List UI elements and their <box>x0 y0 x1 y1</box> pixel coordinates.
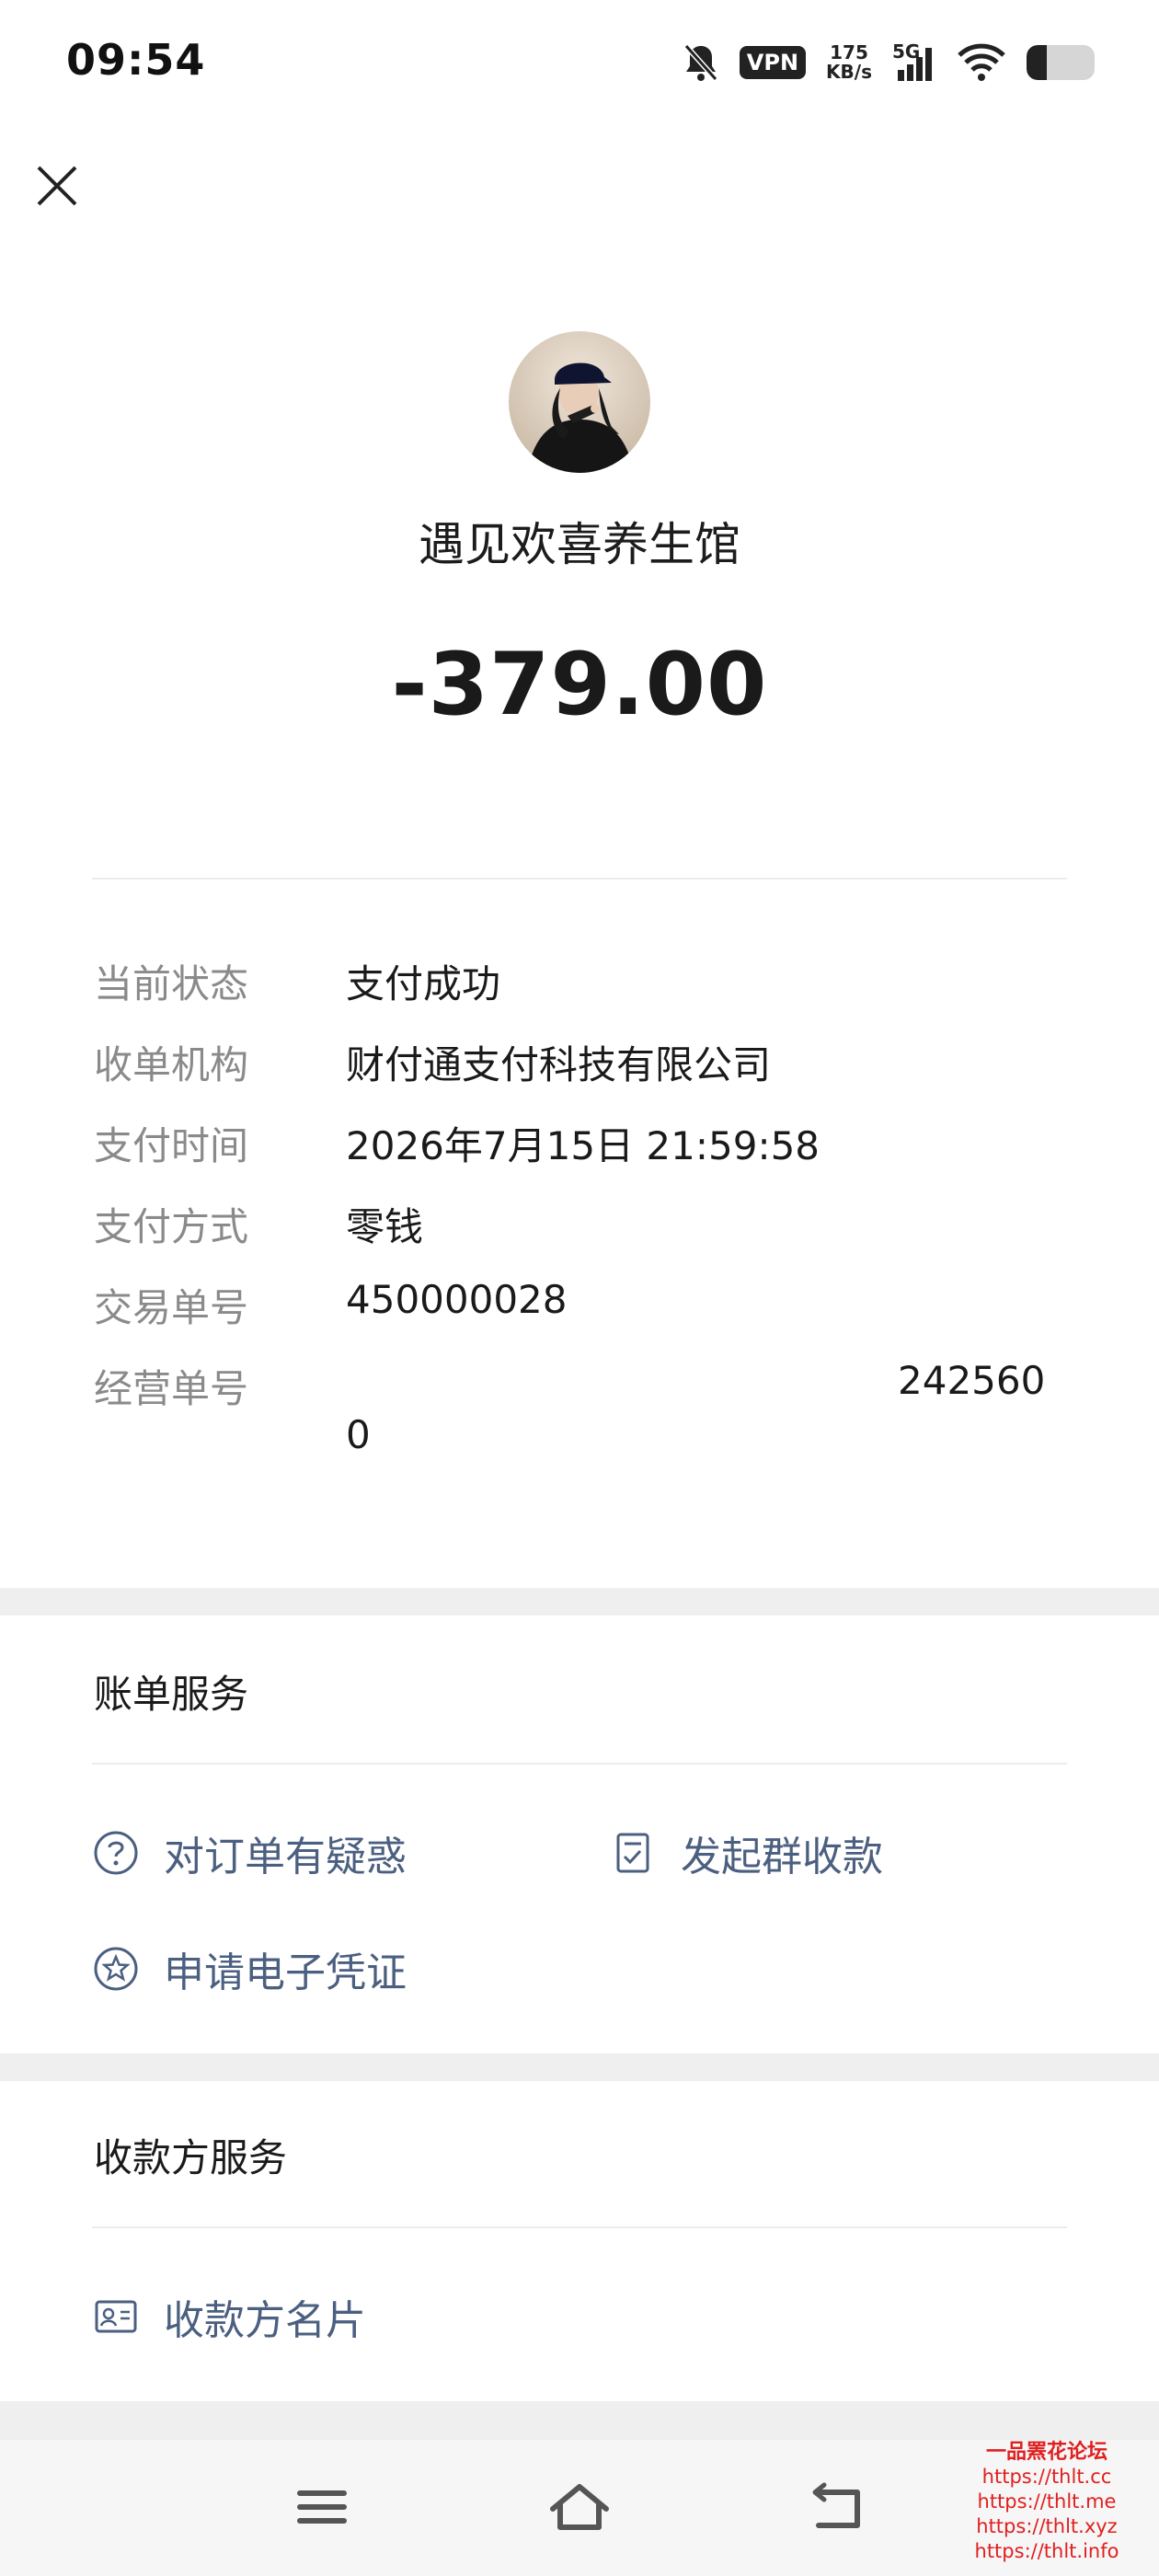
detail-value: 零钱 <box>346 1204 424 1249</box>
divider <box>92 1763 1067 1765</box>
e-voucher-button[interactable]: 申请电子凭证 <box>92 1939 407 1998</box>
watermark-url: https://thlt.me <box>977 2490 1117 2513</box>
section-gap <box>0 2053 1159 2081</box>
section-gap <box>0 1588 1159 1616</box>
order-id-visible-part: 242560 <box>898 1358 1046 1403</box>
star-badge-icon <box>92 1945 140 1993</box>
watermark-url: https://thlt.xyz <box>976 2515 1118 2537</box>
detail-row-transaction-id: 交易单号 450000028 <box>94 1277 1069 1333</box>
order-question-button[interactable]: 对订单有疑惑 <box>92 1823 407 1882</box>
merchant-avatar[interactable] <box>509 331 650 473</box>
back-button[interactable] <box>800 2475 874 2539</box>
group-collection-label: 发起群收款 <box>681 1834 883 1880</box>
network-speed: 175 KB/s <box>826 43 872 82</box>
order-id-line2: 0 <box>346 1412 371 1457</box>
network-speed-unit: KB/s <box>826 61 872 83</box>
cellular-signal-icon: 5G <box>892 40 936 83</box>
detail-value: 支付成功 <box>346 961 501 1006</box>
payee-card-label: 收款方名片 <box>164 2297 366 2344</box>
merchant-name: 遇见欢喜养生馆 <box>419 518 740 571</box>
payee-card-button[interactable]: 收款方名片 <box>92 2287 366 2346</box>
home-icon <box>550 2484 609 2530</box>
status-icons: VPN 175 KB/s 5G <box>683 37 1095 88</box>
group-collection-button[interactable]: 发起群收款 <box>609 1823 883 1882</box>
bell-muted-icon <box>683 44 718 81</box>
battery-icon <box>1027 45 1095 80</box>
id-card-icon <box>92 2293 140 2340</box>
watermark: 一品罴花论坛 https://thlt.cc https://thlt.me h… <box>957 2440 1137 2564</box>
watermark-url: https://thlt.info <box>974 2540 1119 2562</box>
clipboard-check-icon <box>609 1829 657 1877</box>
detail-label: 支付时间 <box>94 1123 249 1168</box>
close-button[interactable] <box>28 156 86 215</box>
detail-label: 支付方式 <box>94 1204 249 1249</box>
vpn-badge: VPN <box>739 46 807 79</box>
detail-row-status: 当前状态 支付成功 <box>94 953 1069 1009</box>
network-speed-value: 175 <box>830 41 868 63</box>
menu-icon <box>297 2490 347 2524</box>
section-gap <box>0 2401 1159 2440</box>
battery-fill <box>1027 45 1048 80</box>
divider <box>92 2226 1067 2228</box>
detail-label: 收单机构 <box>94 1042 249 1087</box>
watermark-url: https://thlt.cc <box>981 2466 1112 2488</box>
detail-value[interactable]: 450000028 <box>346 1277 568 1333</box>
wifi-icon <box>958 43 1005 81</box>
detail-value[interactable]: 242560 0 <box>346 1358 1073 1457</box>
detail-label: 交易单号 <box>94 1285 249 1330</box>
detail-label: 经营单号 <box>94 1366 249 1411</box>
question-circle-icon <box>92 1829 140 1877</box>
e-voucher-label: 申请电子凭证 <box>164 1949 407 1996</box>
status-time: 09:54 <box>66 35 206 85</box>
status-bar: 09:54 VPN 175 KB/s 5G <box>0 0 1159 129</box>
payee-services-title: 收款方服务 <box>94 2135 288 2180</box>
home-button[interactable] <box>543 2475 616 2539</box>
watermark-title: 一品罴花论坛 <box>985 2440 1107 2464</box>
menu-button[interactable] <box>285 2475 359 2539</box>
back-icon <box>812 2482 860 2528</box>
detail-value: 财付通支付科技有限公司 <box>346 1042 772 1087</box>
bill-services-title: 账单服务 <box>94 1672 249 1717</box>
detail-value: 2026年7月15日 21:59:58 <box>346 1123 820 1168</box>
detail-label: 当前状态 <box>94 961 249 1006</box>
divider <box>92 878 1067 880</box>
redacted-text <box>346 1358 898 1403</box>
order-question-label: 对订单有疑惑 <box>164 1834 407 1880</box>
detail-row-payment-method: 支付方式 零钱 <box>94 1196 1069 1252</box>
detail-row-payment-time: 支付时间 2026年7月15日 21:59:58 <box>94 1115 1069 1171</box>
close-icon <box>37 166 77 206</box>
detail-row-merchant-order-id: 经营单号 242560 0 <box>94 1358 1069 1457</box>
detail-row-acquirer: 收单机构 财付通支付科技有限公司 <box>94 1034 1069 1090</box>
payment-amount: -379.00 <box>391 635 768 735</box>
